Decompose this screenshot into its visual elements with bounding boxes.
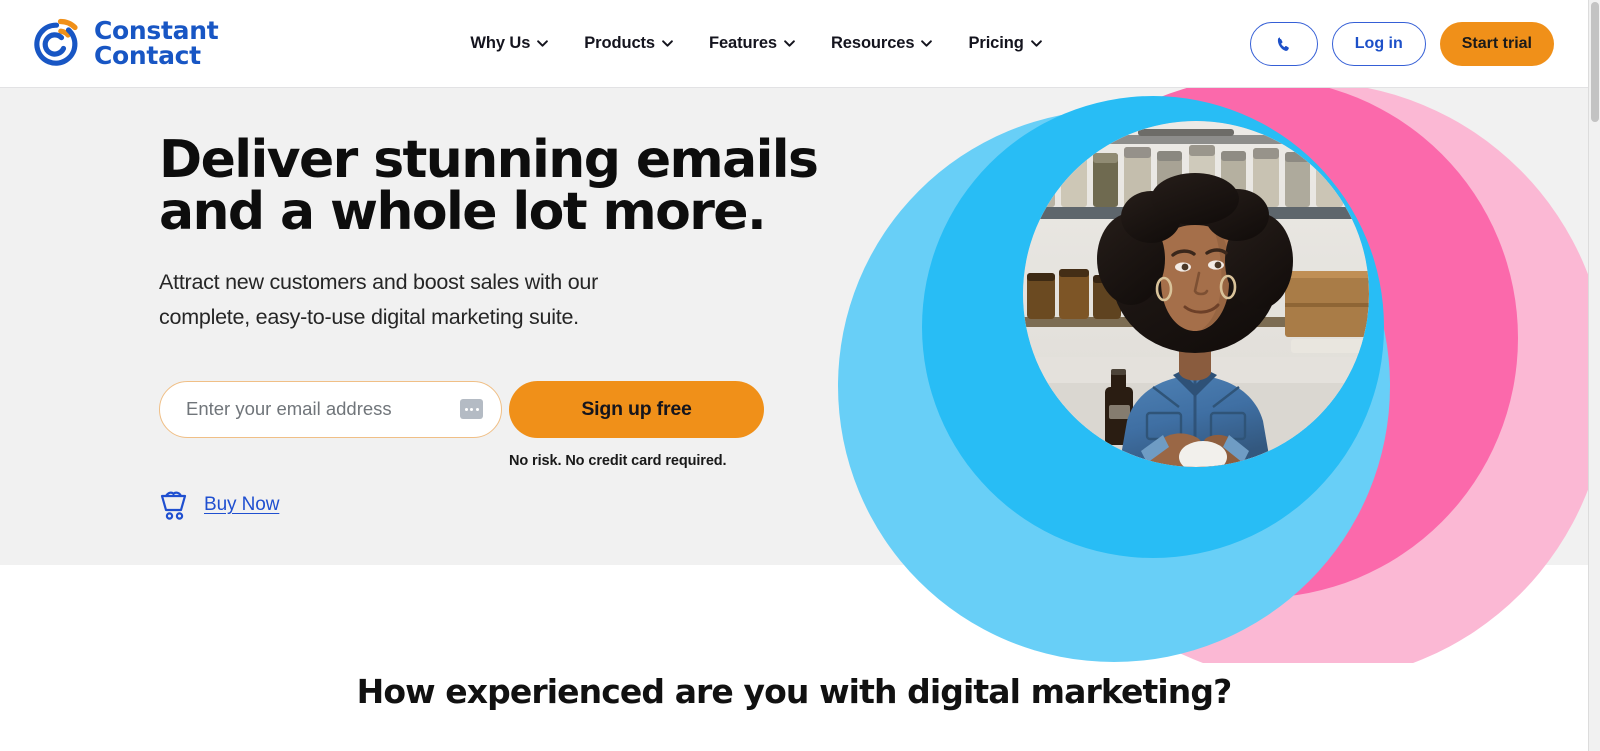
section-heading: How experienced are you with digital mar… xyxy=(356,672,1233,711)
landing-page: Constant Contact Why Us Products Feature… xyxy=(0,0,1600,751)
shopping-cart-icon xyxy=(160,491,187,520)
start-trial-label: Start trial xyxy=(1461,35,1532,52)
email-field-wrapper xyxy=(159,380,502,438)
buy-now-label: Buy Now xyxy=(204,494,280,516)
nav-item-features[interactable]: Features xyxy=(709,34,795,53)
nav-label: Why Us xyxy=(470,34,531,52)
constant-contact-swirl-logo-icon xyxy=(34,18,78,66)
chevron-down-icon xyxy=(537,40,549,47)
logo[interactable]: Constant Contact xyxy=(30,16,219,71)
login-label: Log in xyxy=(1354,35,1403,52)
login-button[interactable]: Log in xyxy=(1331,22,1426,66)
email-input[interactable] xyxy=(159,380,502,438)
hero-subheadline: Attract new customers and boost sales wi… xyxy=(159,270,599,329)
site-header: Constant Contact Why Us Products Feature… xyxy=(0,0,1588,88)
nav-item-pricing[interactable]: Pricing xyxy=(968,34,1042,53)
hero-headline: Deliver stunning emails and a whole lot … xyxy=(159,130,819,242)
nav-label: Features xyxy=(709,34,777,52)
vertical-scrollbar[interactable] xyxy=(1588,0,1600,751)
signup-form: Sign up free xyxy=(159,380,819,438)
chevron-down-icon xyxy=(662,40,673,47)
main-navigation: Why Us Products Features Resources Prici… xyxy=(470,34,1042,53)
buy-now-link[interactable]: Buy Now xyxy=(159,491,279,520)
header-actions: Log in Start trial xyxy=(1249,0,1554,88)
logo-text: Constant Contact xyxy=(94,16,219,70)
phone-button[interactable] xyxy=(1249,22,1318,66)
scrollbar-thumb[interactable] xyxy=(1591,2,1599,122)
hero-content: Deliver stunning emails and a whole lot … xyxy=(159,134,819,520)
nav-label: Resources xyxy=(830,34,915,52)
nav-item-why-us[interactable]: Why Us xyxy=(470,34,549,53)
signup-disclaimer: No risk. No credit card required. xyxy=(509,452,727,469)
chevron-down-icon xyxy=(921,40,933,47)
chevron-down-icon xyxy=(784,40,795,47)
autofill-ellipsis-icon[interactable] xyxy=(460,399,483,420)
nav-label: Pricing xyxy=(968,34,1024,52)
logo-text-line1: Constant xyxy=(94,16,219,45)
logo-text-line2: Contact xyxy=(94,40,201,70)
nav-item-resources[interactable]: Resources xyxy=(830,34,933,53)
chevron-down-icon xyxy=(1030,40,1042,47)
section-below-hero-background xyxy=(0,565,1588,751)
nav-label: Products xyxy=(584,34,655,52)
phone-icon xyxy=(1278,37,1290,51)
start-trial-button[interactable]: Start trial xyxy=(1439,22,1554,66)
signup-free-button[interactable]: Sign up free xyxy=(509,380,764,438)
nav-item-products[interactable]: Products xyxy=(584,34,673,53)
